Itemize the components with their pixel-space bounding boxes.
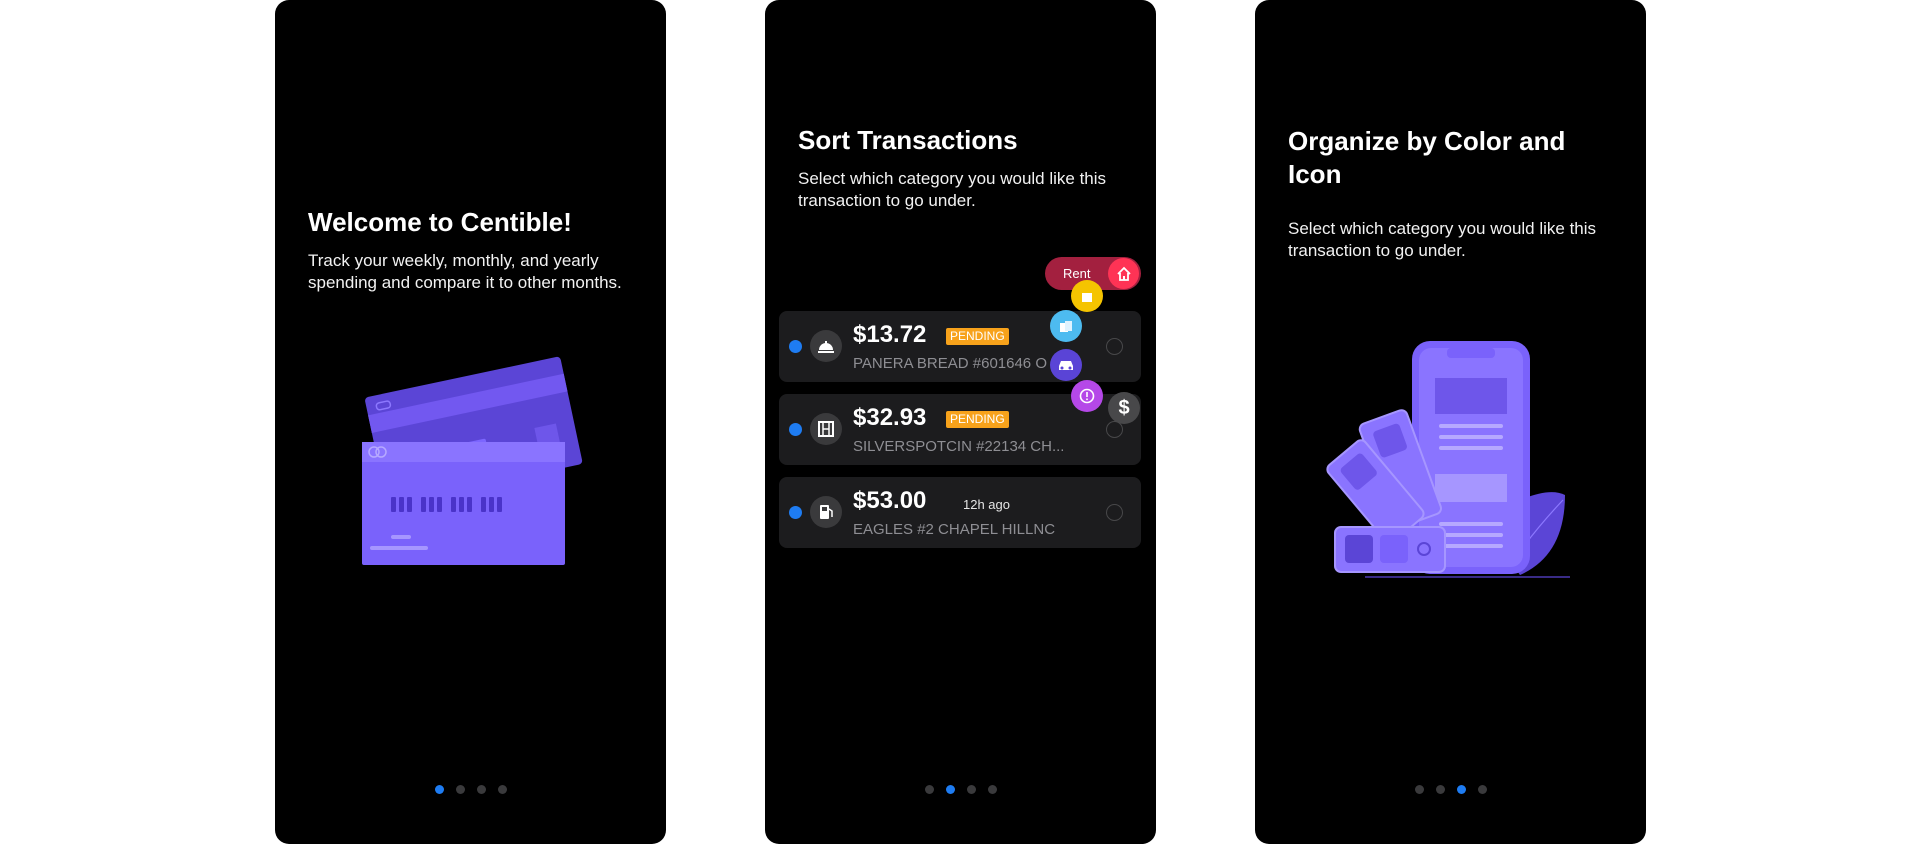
page-dot[interactable] — [455, 785, 465, 794]
transaction-amount: $13.72 — [853, 321, 927, 348]
unread-dot — [789, 423, 802, 436]
home-icon[interactable] — [1108, 258, 1139, 289]
transaction-time: 12h ago — [963, 497, 1010, 512]
transaction-amount: $32.93 — [853, 404, 927, 431]
gas-pump-icon — [810, 496, 842, 528]
transaction-row[interactable]: $13.72 PENDING PANERA BREAD #601646 O — [779, 311, 1141, 382]
onboarding-screen-organize: Organize by Color and Icon Select which … — [1255, 0, 1646, 844]
select-radio[interactable] — [1106, 504, 1123, 521]
status-badge: PENDING — [946, 411, 1009, 428]
page-dot[interactable] — [987, 785, 997, 794]
page-dot[interactable] — [1414, 785, 1424, 794]
page-dot[interactable] — [945, 785, 955, 794]
page-dot[interactable] — [924, 785, 934, 794]
unread-dot — [789, 506, 802, 519]
page-indicator[interactable] — [765, 785, 1156, 794]
transaction-merchant: SILVERSPOTCIN #22134 CH... — [853, 438, 1063, 455]
page-subtitle: Select which category you would like thi… — [1288, 219, 1597, 260]
page-title: Sort Transactions — [798, 125, 1018, 155]
page-subtitle: Select which category you would like thi… — [798, 169, 1107, 210]
unread-dot — [789, 340, 802, 353]
phone-categories-illustration — [1326, 341, 1570, 578]
car-icon[interactable] — [1050, 349, 1082, 381]
alert-icon[interactable] — [1071, 380, 1103, 412]
status-badge: PENDING — [946, 328, 1009, 345]
page-subtitle: Track your weekly, monthly, and yearly s… — [308, 251, 622, 292]
shopping-icon[interactable] — [1050, 310, 1082, 342]
page-dot[interactable] — [476, 785, 486, 794]
page-title: Welcome to Centible! — [308, 207, 572, 237]
film-icon — [810, 413, 842, 445]
transaction-row[interactable]: $53.00 12h ago EAGLES #2 CHAPEL HILLNC — [779, 477, 1141, 548]
page-indicator[interactable] — [1255, 785, 1646, 794]
onboarding-screen-sort: Sort Transactions Select which category … — [765, 0, 1156, 844]
transaction-merchant: PANERA BREAD #601646 O — [853, 355, 1047, 372]
page-indicator[interactable] — [275, 785, 666, 794]
page-dot[interactable] — [497, 785, 507, 794]
shopping-bag-icon[interactable] — [1071, 280, 1103, 312]
page-dot[interactable] — [1435, 785, 1445, 794]
page-dot[interactable] — [966, 785, 976, 794]
dollar-icon[interactable]: $ — [1108, 392, 1140, 424]
page-dot[interactable] — [434, 785, 444, 794]
page-dot[interactable] — [1477, 785, 1487, 794]
credit-cards-illustration — [362, 356, 583, 565]
restaurant-bell-icon — [810, 330, 842, 362]
onboarding-screen-welcome: Welcome to Centible! Track your weekly, … — [275, 0, 666, 844]
transaction-merchant: EAGLES #2 CHAPEL HILLNC — [853, 521, 1056, 538]
page-dot[interactable] — [1456, 785, 1466, 794]
select-radio[interactable] — [1106, 338, 1123, 355]
page-title: Organize by Color and Icon — [1288, 126, 1566, 189]
transaction-amount: $53.00 — [853, 487, 927, 514]
category-rent-label: Rent — [1063, 266, 1091, 281]
